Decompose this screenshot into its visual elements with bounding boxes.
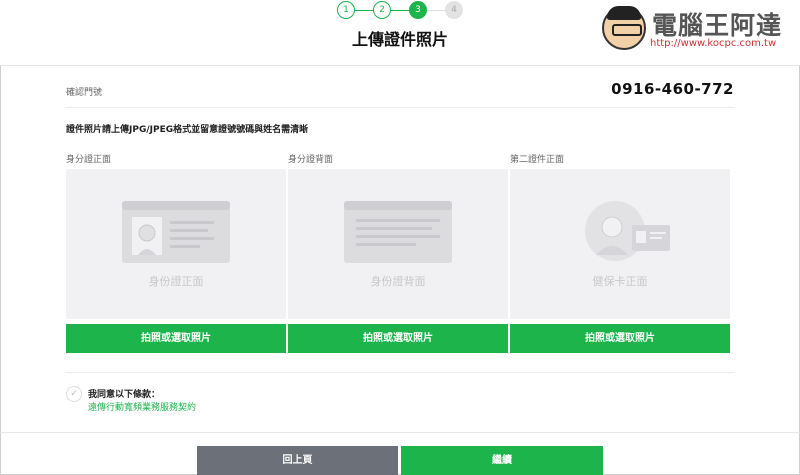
step-4: 4 — [445, 1, 463, 19]
card-caption: 健保卡正面 — [592, 275, 648, 288]
phone-row: 確認門號 0916-460-772 — [66, 72, 734, 108]
id-card-front-icon — [122, 201, 230, 263]
upload-photo-button[interactable]: 拍照或選取照片 — [288, 324, 508, 353]
step-connector — [427, 9, 445, 11]
agreement-link[interactable]: 遠傳行動寬頻業務服務契約 — [88, 400, 196, 413]
card-caption: 身份證背面 — [370, 275, 426, 288]
watermark-logo: 電腦王阿達 http://www.kocpc.com.tw — [602, 4, 792, 54]
step-connector — [355, 9, 373, 11]
step-1: 1 — [337, 1, 355, 19]
upload-photo-button[interactable]: 拍照或選取照片 — [510, 324, 730, 353]
card-label: 身分證正面 — [66, 155, 112, 165]
back-button[interactable]: 回上頁 — [197, 446, 398, 475]
id-card-back-icon — [344, 201, 452, 263]
card-second-id: 第二證件正面 健保卡正面 拍照或選取照片 — [510, 152, 730, 354]
watermark-url: http://www.kocpc.com.tw — [650, 38, 777, 49]
step-connector — [391, 9, 409, 11]
upload-cards: 身分證正面 身份證正面 拍照或選取照片 身分證背面 身份證背面 拍照或選取照片 … — [66, 152, 731, 354]
card-label: 身分證背面 — [288, 155, 334, 165]
mascot-icon — [602, 6, 646, 50]
header: 1 2 3 4 上傳證件照片 電腦王阿達 http://www.kocpc.co… — [0, 0, 800, 66]
upload-photo-button[interactable]: 拍照或選取照片 — [66, 324, 286, 353]
divider — [66, 372, 734, 373]
card-label: 第二證件正面 — [510, 155, 565, 165]
card-caption: 身份證正面 — [148, 275, 204, 288]
card-id-front: 身分證正面 身份證正面 拍照或選取照片 — [66, 152, 286, 354]
agree-checkbox[interactable]: ✓ — [66, 386, 82, 402]
watermark-brand: 電腦王阿達 — [652, 11, 783, 40]
card-id-back: 身分證背面 身份證背面 拍照或選取照片 — [288, 152, 508, 354]
step-3: 3 — [409, 1, 427, 19]
health-card-icon — [585, 201, 670, 261]
phone-label: 確認門號 — [66, 88, 103, 98]
phone-number: 0916-460-772 — [611, 80, 734, 98]
agreement-title: 我同意以下條款： — [88, 390, 161, 400]
continue-button[interactable]: 繼續 — [401, 446, 603, 475]
step-2: 2 — [373, 1, 391, 19]
upload-instruction: 證件照片請上傳JPG/JPEG格式並留意證號號碼與姓名需清晰 — [66, 125, 309, 135]
footer-divider — [0, 432, 800, 433]
